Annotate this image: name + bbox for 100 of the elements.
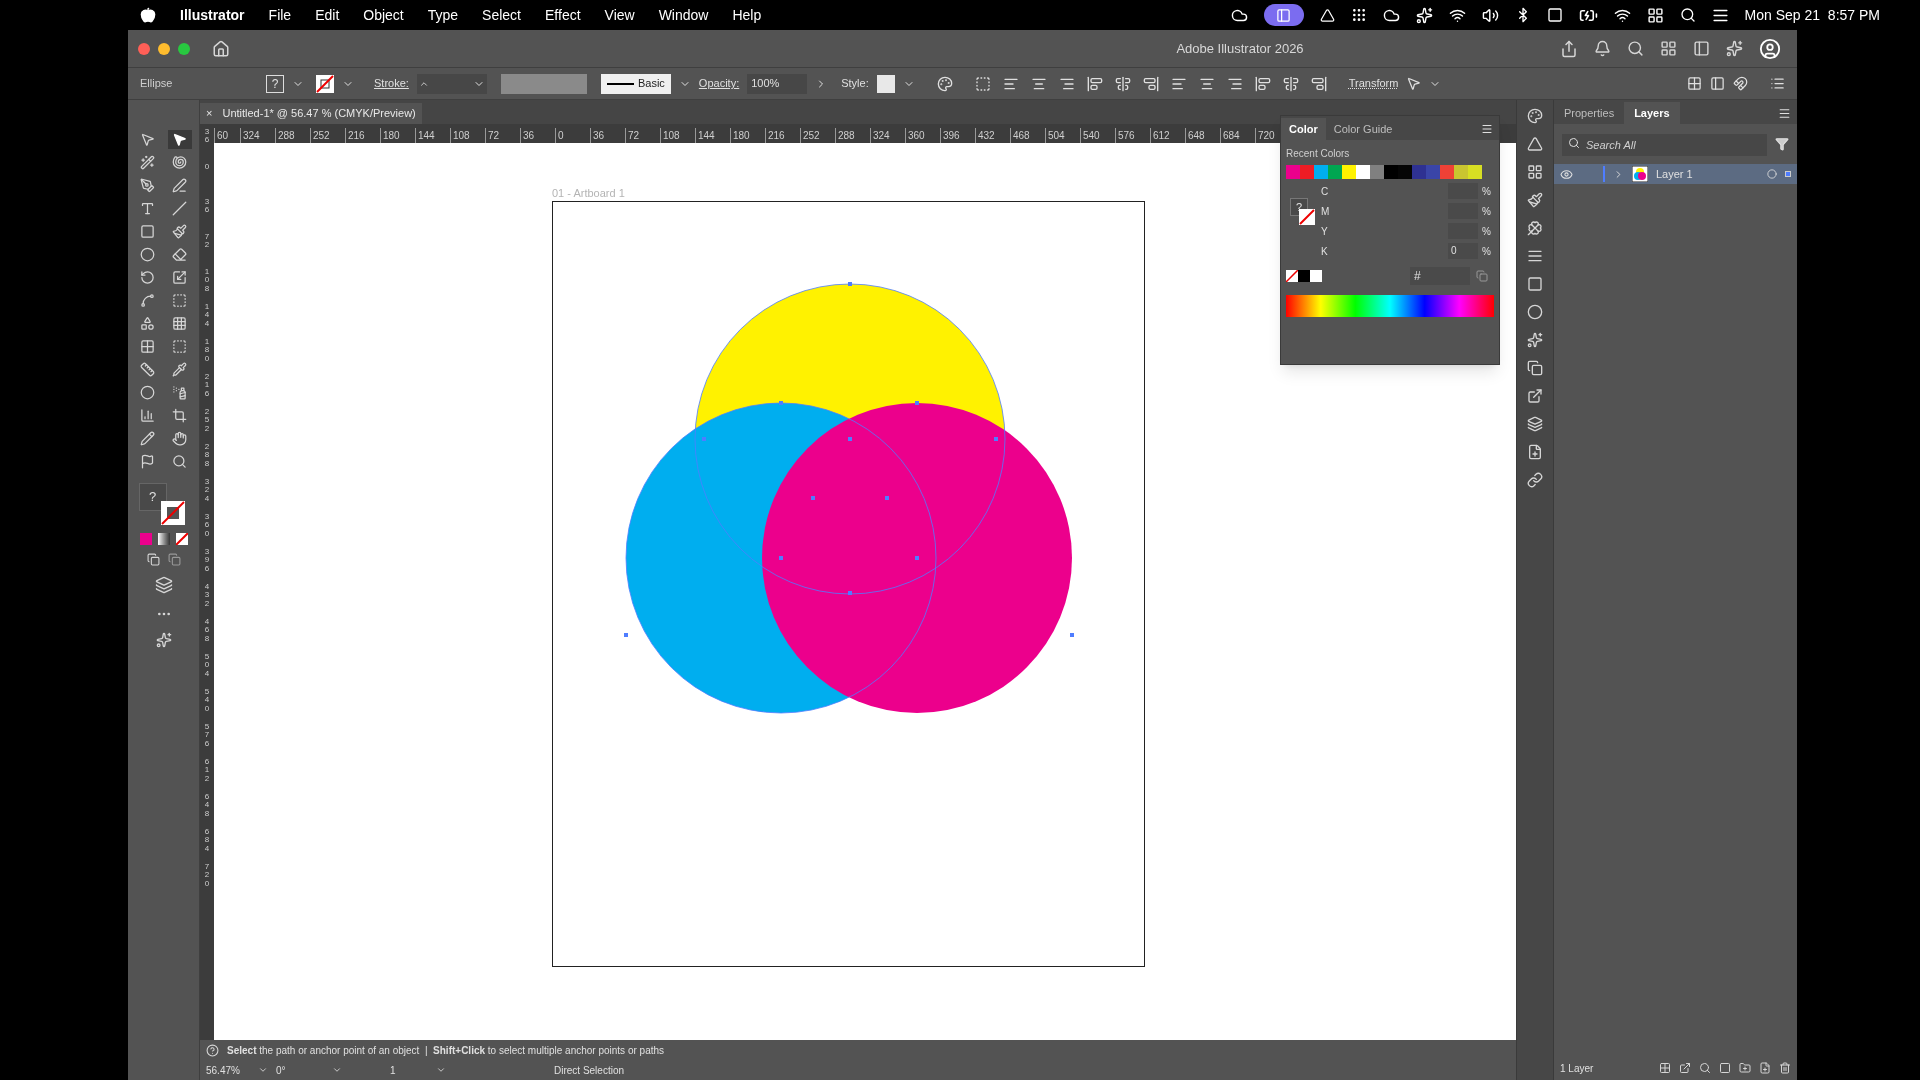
menu-item[interactable]: Object [363,4,404,26]
color-swatch[interactable] [1468,165,1482,179]
search-icon[interactable] [1679,7,1696,23]
close-button[interactable] [138,42,150,55]
screen-share-icon[interactable] [1263,4,1304,26]
color-swatch[interactable] [1454,165,1468,179]
bell-icon[interactable] [1594,40,1611,57]
minimize-button[interactable] [158,42,170,55]
avatar-icon[interactable] [1759,37,1781,60]
clock[interactable]: Mon Sep 21 8:57 PM [1744,4,1880,26]
magnet-icon[interactable] [1733,76,1748,91]
export-icon[interactable] [1527,388,1543,404]
color-swatch[interactable] [1328,165,1342,179]
workspace-icon[interactable] [1660,40,1677,57]
panel-menu-icon[interactable] [1481,123,1493,135]
search-field[interactable]: Search All [1562,134,1767,156]
stroke-swatch[interactable] [316,74,334,93]
menu-item[interactable]: View [604,4,635,26]
grid-dots-icon[interactable] [1350,7,1367,23]
hex-field[interactable]: # [1410,267,1470,285]
color-swatch[interactable] [1440,165,1454,179]
align-icon[interactable] [1086,75,1103,92]
menu-icon[interactable] [1770,76,1785,91]
stroke-style-dropdown[interactable]: Basic [600,73,671,94]
filter-icon[interactable] [1775,137,1789,151]
percent-label: % [1482,244,1491,259]
color-swatch[interactable] [1300,165,1314,179]
panel-icon[interactable] [1693,40,1710,57]
align-icon[interactable] [1254,75,1271,92]
tool-status[interactable]: Direct Selection [554,1062,625,1078]
delete-icon[interactable] [1779,1062,1791,1074]
caret-icon[interactable] [332,1065,342,1075]
color-swatch[interactable] [1286,165,1300,179]
fill-box[interactable]: ? [138,483,167,511]
zoom-button[interactable] [178,42,190,55]
zoom-field[interactable]: 56.47% [206,1062,250,1078]
app-menu[interactable]: Illustrator [180,4,245,26]
style-swatch[interactable] [876,74,895,93]
stroke-weight-field[interactable] [416,73,487,94]
rotation-field[interactable]: 0° [276,1062,324,1078]
target-icon[interactable] [1767,169,1777,179]
fill-swatch[interactable]: ? [266,74,284,93]
document-tab[interactable]: × Untitled-1* @ 56.47 % (CMYK/Preview) [200,103,422,124]
close-tab-button[interactable]: × [206,105,213,122]
visibility-icon[interactable] [1560,167,1573,181]
align-icon[interactable] [1282,75,1299,92]
panel-tab[interactable]: Color Guide [1325,118,1401,140]
color-mode-button[interactable] [139,533,152,545]
brushes-icon[interactable] [1527,192,1543,208]
gradient-mode-button[interactable] [157,533,170,545]
color-swatch[interactable] [1426,165,1440,179]
share-icon[interactable] [1560,39,1578,58]
color-swatch[interactable] [1342,165,1356,179]
panel-tab[interactable]: Layers [1624,102,1680,124]
volume-icon[interactable] [1481,6,1499,24]
none-mode-button[interactable] [175,533,188,545]
menu-item[interactable]: Effect [545,4,581,26]
new-layer-icon[interactable] [1759,1062,1771,1074]
layer-row[interactable]: Layer 1 [1554,164,1797,184]
variable-width-field[interactable] [500,73,587,94]
new-sublayer-icon[interactable] [1739,1062,1751,1074]
color-swatch[interactable] [1356,165,1370,179]
apple-icon[interactable] [140,7,156,23]
align-icon[interactable] [1114,75,1131,92]
panel-tab[interactable]: Properties [1554,102,1625,124]
color-swatch[interactable] [1384,165,1398,179]
home-icon[interactable] [212,39,230,58]
opacity-label: Opacity: [698,76,740,92]
color-swatch[interactable] [1412,165,1426,179]
ruler-label: 684 [203,828,211,854]
stroke-box[interactable] [160,501,185,525]
channel-field[interactable]: 0 [1448,243,1479,259]
align-icon[interactable] [1310,75,1327,92]
direct-selection-icon[interactable] [167,130,192,149]
menu-item[interactable]: File [268,4,292,26]
ruler-label: 180 [203,338,211,364]
caret-icon[interactable] [436,1065,446,1075]
panel-menu-icon[interactable] [1778,107,1791,120]
transform-link[interactable]: Transform [1348,75,1399,92]
color-spectrum[interactable] [1286,295,1494,317]
menu-item[interactable]: Window [658,4,709,26]
menu-item[interactable]: Select [482,4,521,26]
panel-tab[interactable]: Color [1281,118,1326,140]
align-icon[interactable] [1142,75,1159,92]
palette-icon[interactable] [1527,108,1543,124]
swatches-icon[interactable] [1527,164,1543,180]
color-swatch[interactable] [1398,165,1412,179]
color-swatch[interactable] [1314,165,1328,179]
stroke-box[interactable] [1299,209,1315,225]
status-hint: Select the path or anchor point of an object | Shift+Click to select multiple anchor points or paths [227,1043,665,1058]
menu-item[interactable]: Help [732,4,762,26]
menu-item[interactable]: Edit [315,4,340,26]
none-swatch[interactable] [1286,270,1322,282]
caret-icon[interactable] [258,1065,268,1075]
opacity-field[interactable]: 100% [747,73,808,94]
links-icon[interactable] [1527,472,1543,488]
menu-item[interactable]: Type [427,4,459,26]
artboard-field[interactable]: 1 [390,1062,428,1078]
color-swatch[interactable] [1370,165,1384,179]
export-icon[interactable] [1679,1062,1691,1074]
